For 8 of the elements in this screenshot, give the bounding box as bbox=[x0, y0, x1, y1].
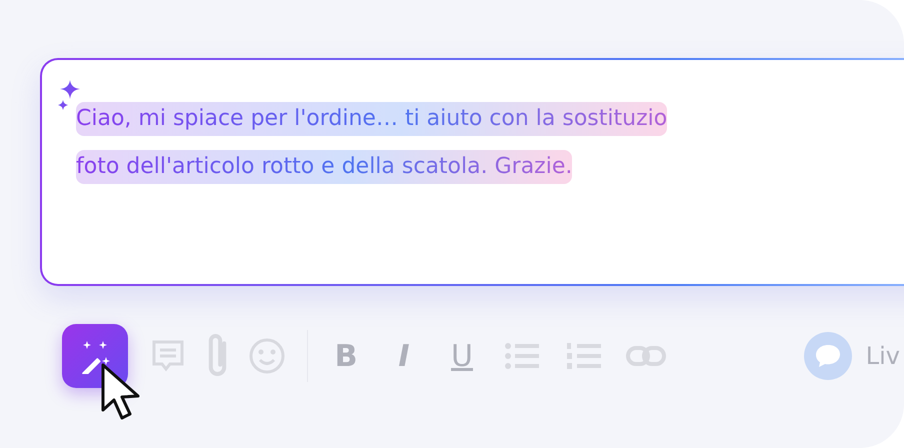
italic-button[interactable]: I bbox=[384, 334, 424, 378]
paperclip-button[interactable] bbox=[208, 334, 227, 378]
text-editor-box[interactable]: Ciao, mi spiace per l'ordine… ti aiuto con la sostituzio foto dell'articolo rotto e della scatola. Grazie. bbox=[40, 58, 904, 286]
underline-button[interactable]: U bbox=[442, 334, 482, 378]
bold-button[interactable]: B bbox=[326, 334, 366, 378]
paperclip-icon bbox=[208, 334, 227, 378]
chat-bubble-icon bbox=[804, 332, 852, 380]
channel-label: Liv bbox=[866, 341, 900, 372]
